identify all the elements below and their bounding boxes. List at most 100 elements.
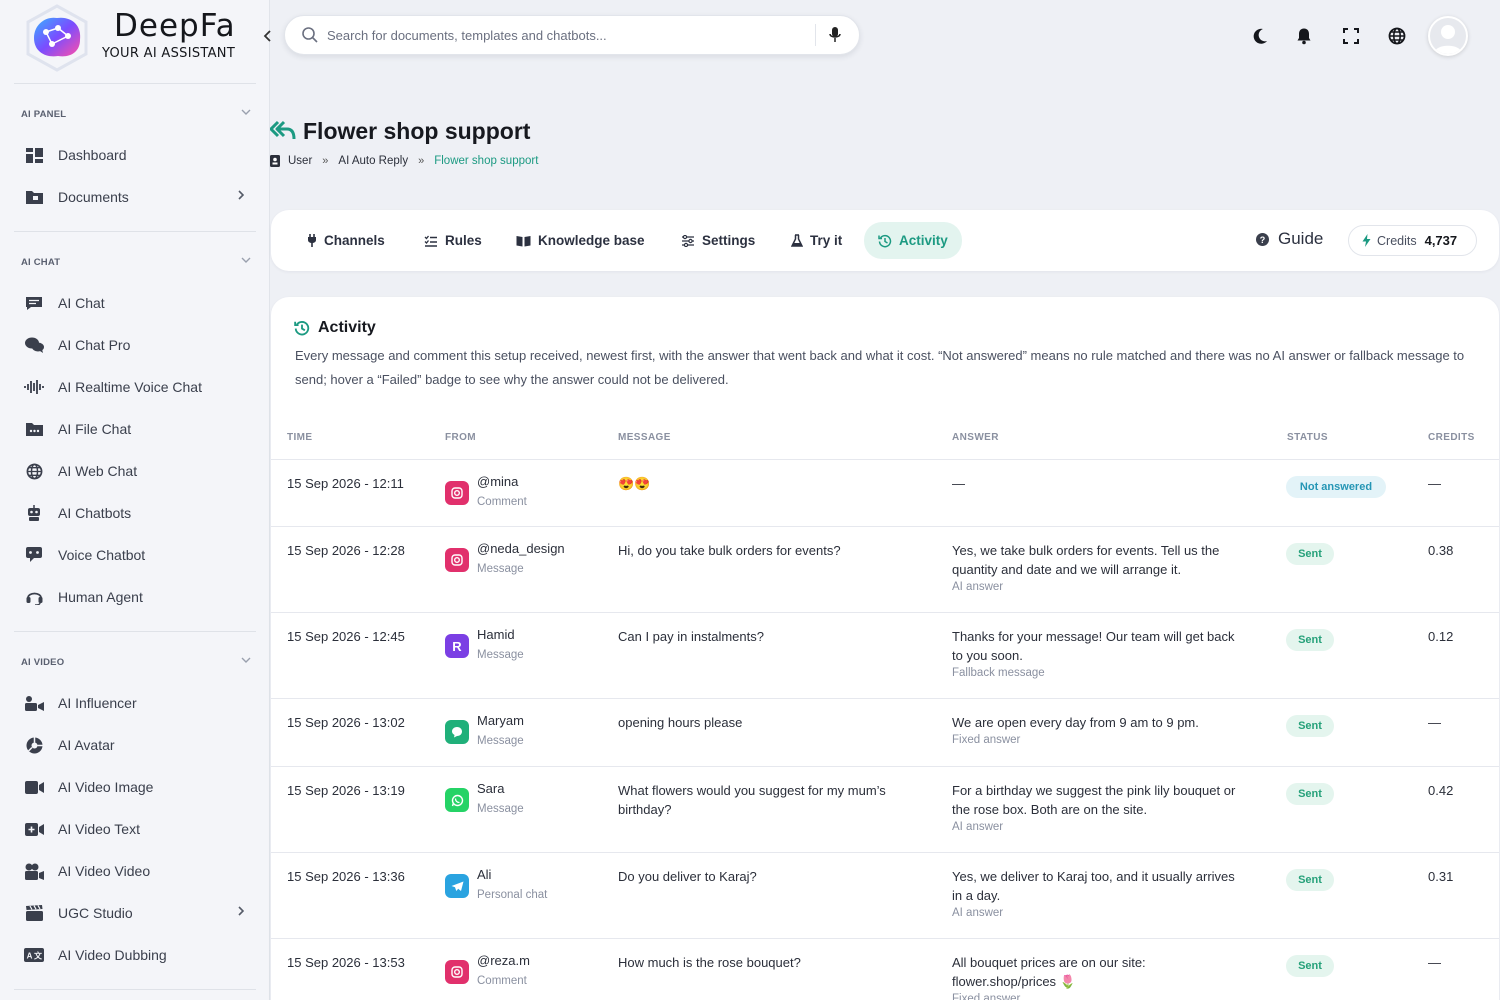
list-check-icon <box>424 235 437 247</box>
table-row[interactable]: 15 Sep 2026 - 13:19 Sara Message What flowe… <box>271 766 1499 852</box>
tab-try-it[interactable]: Try it <box>777 222 856 259</box>
language-button[interactable] <box>1386 25 1408 47</box>
tab-label: Channels <box>324 233 385 248</box>
row-answer: Thanks for your message! Our team will g… <box>952 629 1235 663</box>
sidebar-item-ai-chatbots[interactable]: AI Chatbots <box>24 498 250 528</box>
activity-description: Every message and comment this setup rec… <box>295 348 1465 387</box>
section-header[interactable]: AI PANEL <box>21 109 251 127</box>
row-credits: 0.31 <box>1428 869 1454 884</box>
table-row[interactable]: 15 Sep 2026 - 13:53 @reza.m Comment How muc… <box>271 938 1499 1000</box>
sidebar-item-ai-video-image[interactable]: AI Video Image <box>24 772 250 802</box>
sidebar-item-ugc-studio[interactable]: UGC Studio <box>24 898 250 928</box>
rubika-icon: R <box>445 634 469 658</box>
sidebar-item-human-agent[interactable]: Human Agent <box>24 582 250 612</box>
row-from-type: Message <box>477 803 524 815</box>
row-answer: All bouquet prices are on our site: flow… <box>952 955 1146 989</box>
column-header-credits[interactable]: CREDITS <box>1428 432 1475 443</box>
chats-icon <box>24 335 44 355</box>
chevron-right-icon <box>238 190 244 200</box>
column-header-status[interactable]: STATUS <box>1287 432 1328 443</box>
chevron-down-icon <box>241 257 251 263</box>
search-bar[interactable] <box>284 15 860 55</box>
sidebar-item-label: AI Realtime Voice Chat <box>58 379 202 395</box>
sidebar-item-ai-chat[interactable]: AI Chat <box>24 288 250 318</box>
sidebar-item-voice-chatbot[interactable]: Voice Chatbot <box>24 540 250 570</box>
status-badge[interactable]: Sent <box>1286 783 1334 805</box>
search-icon <box>302 27 318 43</box>
guide-link[interactable]: ? Guide <box>1256 229 1323 249</box>
status-badge[interactable]: Sent <box>1286 715 1334 737</box>
status-badge[interactable]: Sent <box>1286 955 1334 977</box>
tab-rules[interactable]: Rules <box>410 222 496 259</box>
section-header[interactable]: AI CHAT <box>21 257 251 275</box>
row-message: opening hours please <box>618 715 743 730</box>
sidebar-item-ai-influencer[interactable]: AI Influencer <box>24 688 250 718</box>
row-from-name[interactable]: Maryam <box>477 713 524 728</box>
sidebar-item-ai-video-dubbing[interactable]: A 文 AI Video Dubbing <box>24 940 250 970</box>
row-from-name[interactable]: Sara <box>477 781 504 796</box>
status-badge[interactable]: Sent <box>1286 629 1334 651</box>
guide-label: Guide <box>1278 229 1324 248</box>
notifications-button[interactable] <box>1293 25 1315 47</box>
breadcrumb-user[interactable]: User <box>288 155 312 167</box>
tab-activity[interactable]: Activity <box>864 222 962 259</box>
dark-mode-button[interactable] <box>1249 25 1271 47</box>
column-header-from[interactable]: FROM <box>445 432 476 443</box>
row-answer: Yes, we take bulk orders for events. Tel… <box>952 543 1220 577</box>
status-badge[interactable]: Sent <box>1286 869 1334 891</box>
table-row[interactable]: 15 Sep 2026 - 12:11 @mina Comment 😍😍 — Not an… <box>271 459 1499 526</box>
row-from-name[interactable]: Hamid <box>477 627 515 642</box>
globe-icon <box>24 461 44 481</box>
sidebar-item-label: AI Avatar <box>58 737 115 753</box>
sidebar-item-ai-video-text[interactable]: AI Video Text <box>24 814 250 844</box>
sidebar-item-label: AI Chatbots <box>58 505 132 521</box>
sidebar-item-ai-video-video[interactable]: AI Video Video <box>24 856 250 886</box>
row-answer: For a birthday we suggest the pink lily … <box>952 783 1236 817</box>
search-input[interactable] <box>327 27 815 43</box>
sidebar-item-ai-chat-pro[interactable]: AI Chat Pro <box>24 330 250 360</box>
credits-badge[interactable]: Credits 4,737 <box>1348 225 1477 256</box>
collapse-sidebar-button[interactable] <box>258 26 278 46</box>
row-from-name[interactable]: Ali <box>477 867 491 882</box>
row-from-name[interactable]: @mina <box>477 474 518 489</box>
sidebar-divider <box>14 231 256 232</box>
column-header-answer[interactable]: ANSWER <box>952 432 999 443</box>
row-message: Hi, do you take bulk orders for events? <box>618 543 841 558</box>
row-from-type: Message <box>477 649 524 661</box>
table-row[interactable]: 15 Sep 2026 - 13:36 Ali Personal chat Do yo… <box>271 852 1499 938</box>
brain-logo-icon <box>26 4 88 72</box>
column-header-message[interactable]: MESSAGE <box>618 432 671 443</box>
row-time: 15 Sep 2026 - 13:19 <box>287 783 405 798</box>
row-answer-source: Fixed answer <box>952 993 1021 1000</box>
chevron-down-icon <box>241 657 251 663</box>
sidebar-item-dashboard[interactable]: Dashboard <box>24 140 250 170</box>
section-header[interactable]: AI VIDEO <box>21 657 251 675</box>
status-badge[interactable]: Sent <box>1286 543 1334 565</box>
fullscreen-button[interactable] <box>1340 25 1362 47</box>
tab-settings[interactable]: Settings <box>667 222 769 259</box>
tab-channels[interactable]: Channels <box>293 222 399 259</box>
microphone-icon[interactable] <box>828 26 842 44</box>
table-row[interactable]: 15 Sep 2026 - 12:28 @neda_design Message Hi… <box>271 526 1499 612</box>
row-from-name[interactable]: @neda_design <box>477 541 565 556</box>
sidebar-item-documents[interactable]: Documents <box>24 182 250 212</box>
column-header-time[interactable]: TIME <box>287 432 313 443</box>
section-title: AI PANEL <box>21 109 67 120</box>
sidebar-item-ai-web-chat[interactable]: AI Web Chat <box>24 456 250 486</box>
flask-icon <box>791 234 803 247</box>
sidebar-divider <box>14 631 256 632</box>
sidebar-item-ai-realtime-voice-chat[interactable]: AI Realtime Voice Chat <box>24 372 250 402</box>
sidebar-item-ai-avatar[interactable]: AI Avatar <box>24 730 250 760</box>
globe-icon <box>1388 27 1406 45</box>
table-row[interactable]: 15 Sep 2026 - 12:45 R Hamid Message Can I pa… <box>271 612 1499 698</box>
table-row[interactable]: 15 Sep 2026 - 13:02 Maryam Message opening … <box>271 698 1499 766</box>
breadcrumb-current: Flower shop support <box>434 155 539 167</box>
breadcrumb-ai-auto-reply[interactable]: AI Auto Reply <box>338 155 408 167</box>
tab-knowledge-base[interactable]: Knowledge base <box>502 222 659 259</box>
fullscreen-icon <box>1343 28 1359 44</box>
row-credits: — <box>1428 476 1441 491</box>
user-avatar[interactable] <box>1428 16 1468 56</box>
row-from-name[interactable]: @reza.m <box>477 953 530 968</box>
sidebar-item-ai-file-chat[interactable]: AI File Chat <box>24 414 250 444</box>
brand[interactable]: DeepFa YOUR AI ASSISTANT <box>14 0 256 84</box>
